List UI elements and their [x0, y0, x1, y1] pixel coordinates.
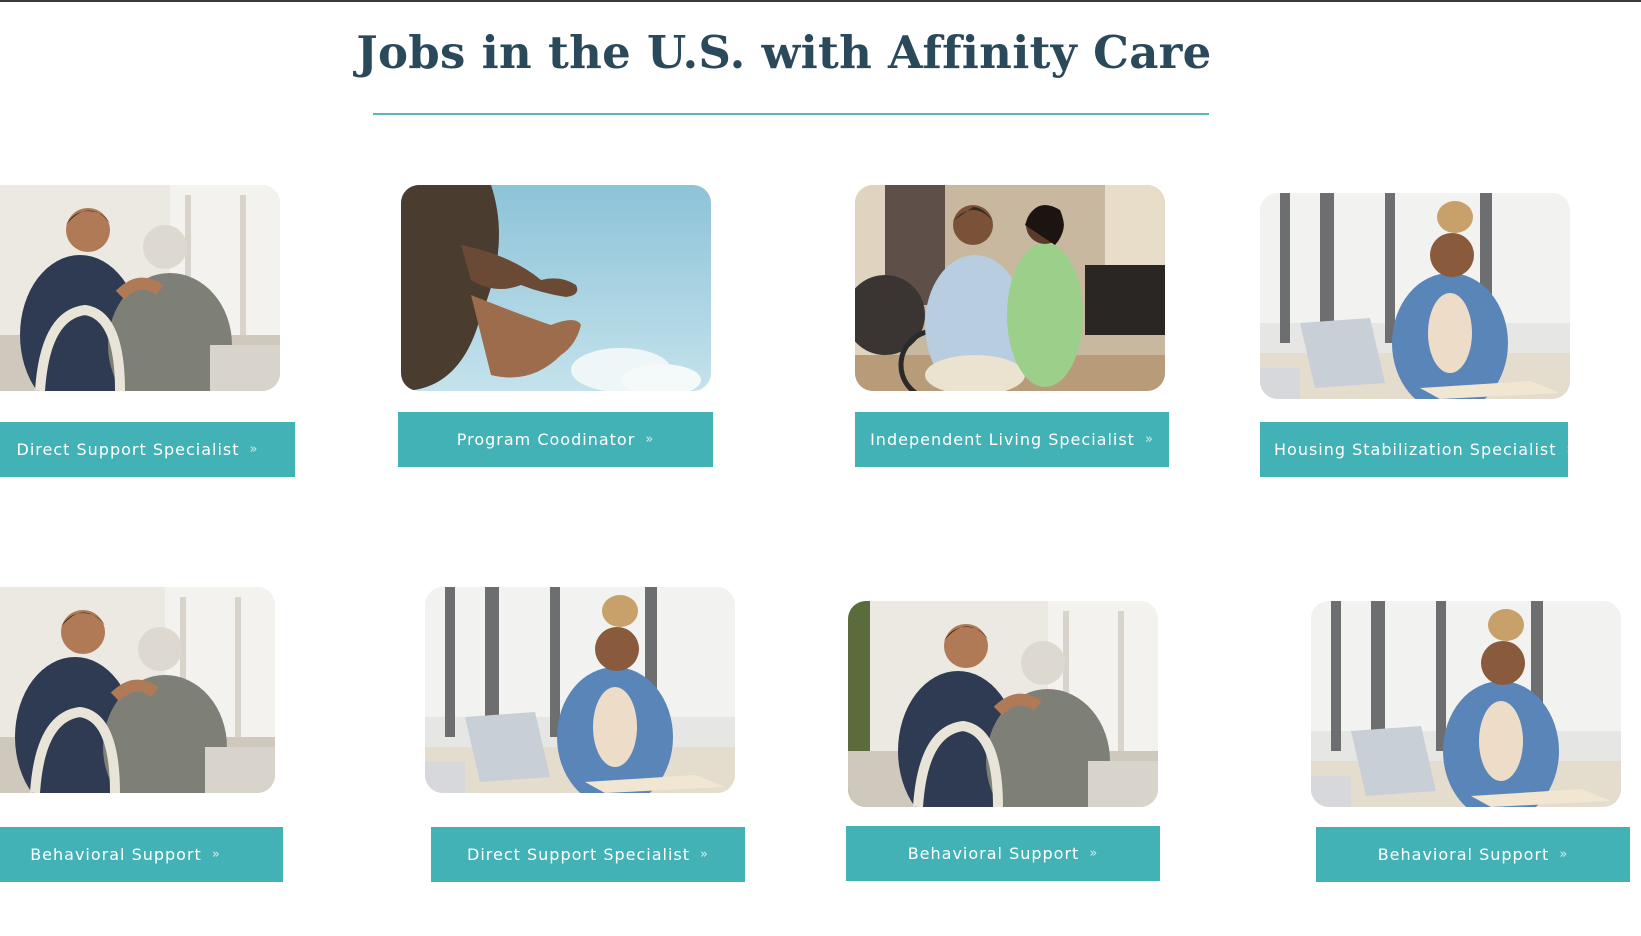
woman-studying-at-laptop-photo: [425, 587, 735, 793]
job-button-label: Direct Support Specialist: [467, 845, 691, 864]
reaching-hands-sky-photo: [401, 185, 711, 391]
job-button-label: Behavioral Support: [1377, 845, 1550, 864]
woman-studying-at-laptop-photo: [1311, 601, 1621, 807]
nurse-with-woman-in-wheelchair-photo: [855, 185, 1165, 391]
caregiver-with-elderly-man-photo: [0, 185, 280, 391]
chevron-right-icon: »: [211, 847, 221, 862]
chevron-right-icon: »: [700, 847, 709, 862]
job-button-label: Independent Living Specialist: [870, 430, 1135, 449]
job-button-program-coodinator[interactable]: Program Coodinator »: [398, 412, 713, 467]
caregiver-with-elderly-man-photo: [848, 601, 1158, 807]
job-button-label: Behavioral Support: [30, 845, 202, 864]
job-button-housing-stabilization-specialist[interactable]: Housing Stabilization Specialist »: [1260, 422, 1568, 477]
caregiver-with-elderly-man-photo: [0, 587, 275, 793]
chevron-right-icon: »: [1089, 846, 1099, 861]
job-button-direct-support-specialist[interactable]: Direct Support Specialist »: [0, 422, 295, 477]
job-button-label: Behavioral Support: [907, 844, 1080, 863]
chevron-right-icon: »: [1559, 847, 1569, 862]
job-button-direct-support-specialist[interactable]: Direct Support Specialist »: [431, 827, 745, 882]
top-border: [0, 0, 1641, 2]
chevron-right-icon: »: [1144, 432, 1154, 447]
job-button-behavioral-support[interactable]: Behavioral Support »: [0, 827, 283, 882]
woman-studying-at-laptop-photo: [1260, 193, 1570, 399]
job-button-label: Direct Support Specialist: [16, 440, 240, 459]
chevron-right-icon: »: [1567, 442, 1569, 457]
chevron-right-icon: »: [249, 442, 259, 457]
job-button-behavioral-support[interactable]: Behavioral Support »: [846, 826, 1160, 881]
page-title: Jobs in the U.S. with Affinity Care: [356, 26, 1212, 79]
job-button-independent-living-specialist[interactable]: Independent Living Specialist »: [855, 412, 1169, 467]
job-button-label: Housing Stabilization Specialist: [1274, 440, 1557, 459]
job-button-behavioral-support[interactable]: Behavioral Support »: [1316, 827, 1630, 882]
chevron-right-icon: »: [645, 432, 655, 447]
job-button-label: Program Coodinator: [456, 430, 636, 449]
title-divider: [373, 113, 1209, 115]
